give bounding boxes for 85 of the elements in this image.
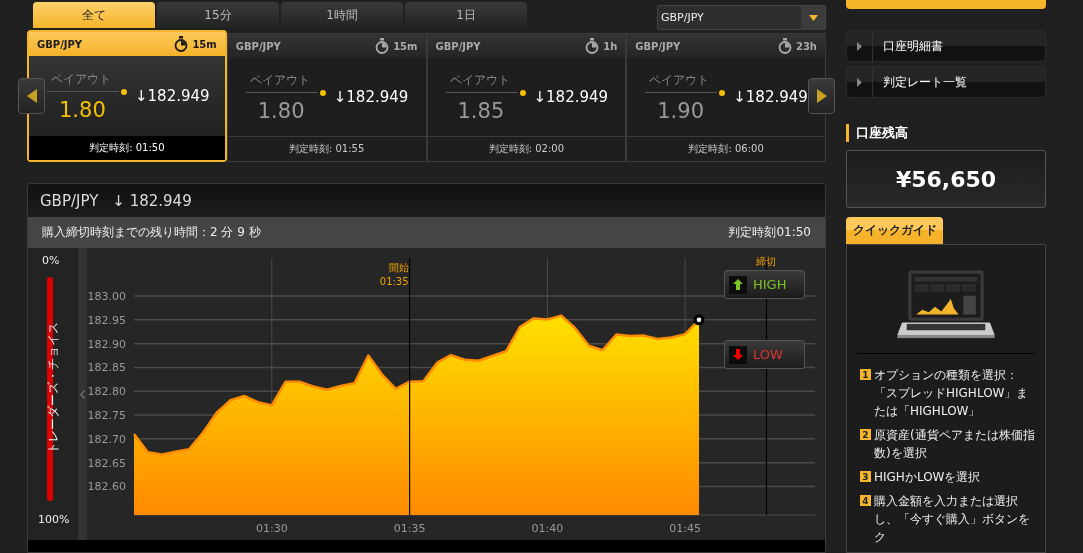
- period-tab[interactable]: 1日: [405, 2, 527, 28]
- judge-time: 判定時刻: 01:50: [29, 136, 225, 160]
- rate-value: ↓182.949: [733, 88, 808, 106]
- balance-heading: 口座残高: [846, 124, 1046, 142]
- stopwatch-icon: [585, 38, 600, 54]
- asset-dropdown[interactable]: GBP/JPY: [657, 5, 826, 30]
- option-card[interactable]: GBP/JPY 23h ペイアウト 1.90 ↓182.949 判定時刻: 06:00: [626, 33, 826, 162]
- pair-label: GBP/JPY: [235, 40, 282, 52]
- quick-guide-tab[interactable]: クイックガイド: [846, 217, 943, 244]
- y-tick-label: 182.70: [87, 432, 126, 446]
- step-text: 原資産(通貨ペアまたは株価指数)を選択: [874, 427, 1035, 462]
- current-price-dot: [693, 314, 705, 326]
- duration-label: 23h: [795, 40, 817, 52]
- marker-label: 開始: [388, 262, 409, 273]
- balance-amount: ¥56,650: [846, 150, 1046, 208]
- step-number: 3: [860, 471, 871, 482]
- chevron-left-icon[interactable]: [80, 389, 85, 399]
- judge-time: 判定時刻: 02:00: [427, 136, 626, 161]
- next-button[interactable]: [808, 78, 835, 114]
- payout-label: ペイアウト: [50, 70, 112, 88]
- x-tick-label: 01:40: [531, 522, 564, 535]
- payout-value: 1.85: [456, 98, 506, 123]
- step-text: HIGHかLOWを選択: [874, 469, 981, 486]
- x-tick-label: 01:35: [393, 522, 426, 535]
- caret-left-icon: [26, 89, 37, 103]
- y-tick-label: 182.80: [87, 385, 126, 399]
- y-tick-label: 182.60: [87, 480, 126, 494]
- duration-label: 15m: [393, 40, 418, 52]
- pair-label: GBP/JPY: [435, 40, 482, 52]
- payout-value: 1.80: [256, 98, 306, 123]
- period-tab[interactable]: 全て: [33, 2, 155, 28]
- payout-value: 1.80: [58, 97, 107, 122]
- judge-time: 判定時刻: 01:55: [227, 136, 426, 161]
- y-tick-label: 183.00: [87, 290, 126, 304]
- pair-label: GBP/JPY: [635, 40, 682, 52]
- step-text: 購入金額を入力または選択し、「今すぐ購入」ボタンをク: [874, 493, 1031, 546]
- judge-time: 判定時刻: 06:00: [627, 136, 825, 161]
- option-card[interactable]: GBP/JPY 15m ペイアウト 1.80 ↓182.949 判定時刻: 01:50: [27, 30, 227, 162]
- option-card[interactable]: GBP/JPY 15m ペイアウト 1.80 ↓182.949 判定時刻: 01:55: [226, 33, 427, 162]
- caret-right-icon: [816, 89, 827, 103]
- stopwatch-icon: [375, 38, 390, 54]
- marker-label: 01:35: [379, 276, 409, 287]
- menu-item[interactable]: 口座明細書: [846, 30, 1046, 62]
- x-tick-label: 01:45: [669, 522, 702, 535]
- y-tick-label: 182.90: [87, 337, 126, 351]
- y-tick-label: 182.65: [87, 456, 126, 470]
- remaining-time: 購入締切時刻までの残り時間：2 分 9 秒: [42, 224, 261, 241]
- option-card[interactable]: GBP/JPY 1h ペイアウト 1.85 ↓182.949 判定時刻: 02:00: [426, 33, 627, 162]
- caret-icon: [808, 14, 818, 21]
- step-number: 1: [860, 369, 871, 380]
- menu-item[interactable]: 判定レート一覧: [846, 66, 1046, 98]
- gauge-label: トレーダーズ・チョイス: [46, 322, 60, 454]
- step-number: 2: [860, 429, 871, 440]
- payout-label: ペイアウト: [448, 71, 511, 89]
- step-text: オプションの種類を選択：「スプレッドHIGHLOW」または「HIGHLOW」: [874, 367, 1030, 420]
- gauge-min-label: 0%: [42, 254, 60, 267]
- payout-label: ペイアウト: [248, 71, 311, 89]
- y-tick-label: 182.75: [87, 409, 126, 423]
- stopwatch-icon: [777, 38, 792, 54]
- y-tick-label: 182.95: [87, 313, 126, 327]
- caret-right-icon: [857, 41, 862, 51]
- duration-label: 15m: [192, 38, 217, 50]
- step-number: 4: [860, 495, 871, 506]
- pair-label: GBP/JPY: [37, 38, 84, 50]
- period-tab[interactable]: 1時間: [281, 2, 403, 28]
- marker-label: 締切: [755, 256, 776, 267]
- high-button[interactable]: HIGH: [724, 270, 805, 299]
- caret-right-icon: [857, 77, 862, 87]
- payout-label: ペイアウト: [648, 71, 711, 89]
- y-tick-label: 182.85: [87, 361, 126, 375]
- arrow-up-icon: [733, 279, 743, 290]
- stopwatch-icon: [174, 36, 189, 52]
- duration-label: 1h: [603, 40, 618, 52]
- rate-value: ↓182.949: [135, 87, 210, 105]
- arrow-down-icon: [733, 349, 743, 360]
- chart-rate: ↓ 182.949: [112, 191, 192, 210]
- period-tab[interactable]: 15分: [157, 2, 279, 28]
- previous-button[interactable]: [18, 78, 45, 114]
- x-tick-label: 01:30: [255, 522, 288, 535]
- rate-value: ↓182.949: [533, 88, 609, 106]
- judge-time: 判定時刻01:50: [728, 224, 811, 241]
- gauge-max-label: 100%: [38, 513, 70, 526]
- rate-value: ↓182.949: [333, 88, 409, 106]
- payout-value: 1.90: [656, 98, 705, 123]
- chart-pair: GBP/JPY: [40, 191, 99, 210]
